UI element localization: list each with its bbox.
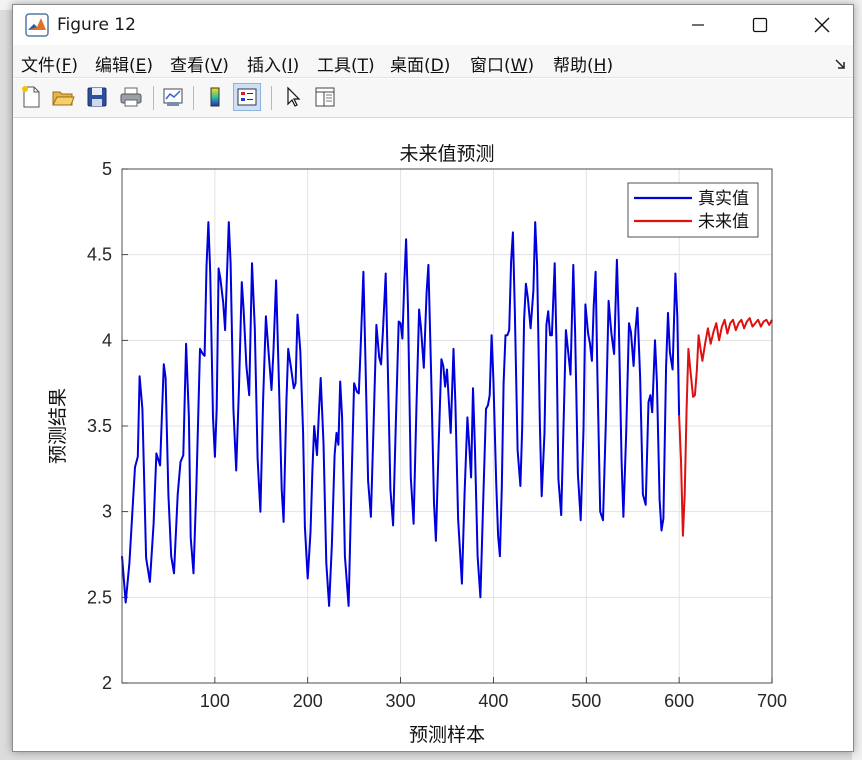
x-tick-label: 700 — [757, 691, 787, 711]
title-bar[interactable]: Figure 12 — [13, 5, 853, 45]
line-chart: 100 200 300 400 500 600 70022.533.544.55 未来值预测… — [47, 143, 787, 746]
open-file-icon — [52, 91, 75, 106]
window-title: Figure 12 — [57, 15, 136, 35]
menu-view[interactable]: 查看(V) — [170, 51, 229, 76]
y-tick-label: 4.5 — [87, 245, 112, 265]
x-tick-label: 300 — [386, 691, 416, 711]
open-file-button[interactable] — [49, 83, 77, 111]
chart-title: 未来值预测 — [399, 143, 494, 165]
property-inspector-icon — [315, 87, 335, 107]
close-button[interactable] — [791, 5, 853, 45]
y-tick-label: 2.5 — [87, 587, 112, 607]
link-plot-button[interactable] — [159, 83, 187, 111]
y-tick-label: 2 — [102, 673, 112, 693]
y-axis-label: 预测结果 — [47, 388, 69, 464]
toolbar-separator — [193, 86, 194, 110]
toolbar-separator — [271, 86, 272, 110]
colorbar-icon — [210, 87, 220, 107]
minimize-button[interactable] — [667, 5, 729, 45]
legend-button[interactable] — [233, 83, 261, 111]
toolbar — [13, 79, 853, 118]
maximize-icon — [752, 17, 768, 33]
save-icon — [87, 87, 107, 107]
x-tick-label: 500 — [571, 691, 601, 711]
close-icon — [814, 17, 830, 33]
x-tick-label: 100 — [200, 691, 230, 711]
minimize-icon — [692, 24, 704, 26]
legend-label-future: 未来值 — [698, 212, 749, 232]
print-button[interactable] — [117, 83, 145, 111]
property-inspector-button[interactable] — [311, 83, 339, 111]
print-icon — [120, 87, 142, 107]
menu-edit[interactable]: 编辑(E) — [95, 51, 153, 76]
x-tick-label: 400 — [478, 691, 508, 711]
edit-plot-button[interactable] — [279, 83, 307, 111]
menu-tools[interactable]: 工具(T) — [317, 51, 375, 76]
legend[interactable]: 真实值 未来值 — [627, 182, 759, 238]
legend-icon — [237, 88, 257, 106]
link-plot-icon — [163, 88, 183, 106]
menu-window[interactable]: 窗口(W) — [470, 51, 534, 76]
legend-label-actual: 真实值 — [698, 189, 749, 209]
figure-canvas[interactable]: 100 200 300 400 500 600 700 2 2.5 3 3.5 4 4.5 5 未来值预测… — [13, 118, 853, 751]
menu-help[interactable]: 帮助(H) — [553, 51, 613, 76]
y-tick-label: 3 — [102, 502, 112, 522]
maximize-button[interactable] — [729, 5, 791, 45]
toolbar-separator — [153, 86, 154, 110]
menu-insert[interactable]: 插入(I) — [247, 51, 299, 76]
x-tick-label: 600 — [664, 691, 694, 711]
y-tick-label: 3.5 — [87, 416, 112, 436]
y-tick-label: 5 — [102, 159, 112, 179]
menu-file[interactable]: 文件(F) — [21, 51, 78, 76]
x-tick-label: 200 — [293, 691, 323, 711]
figure-window: Figure 12 文件(F) 编辑(E) 查看(V) 插入(I) 工具(T) … — [12, 4, 854, 752]
new-figure-icon — [22, 86, 40, 108]
menu-desktop[interactable]: 桌面(D) — [390, 51, 450, 76]
y-tick-label: 4 — [102, 330, 112, 350]
matlab-app-icon — [25, 13, 49, 37]
menu-bar: 文件(F) 编辑(E) 查看(V) 插入(I) 工具(T) 桌面(D) 窗口(W… — [13, 45, 853, 78]
x-axis-label: 预测样本 — [409, 724, 485, 746]
new-figure-button[interactable] — [17, 83, 45, 111]
save-button[interactable] — [83, 83, 111, 111]
dock-arrow-icon[interactable] — [833, 57, 847, 71]
colorbar-button[interactable] — [201, 83, 229, 111]
edit-plot-arrow-icon — [287, 86, 301, 107]
